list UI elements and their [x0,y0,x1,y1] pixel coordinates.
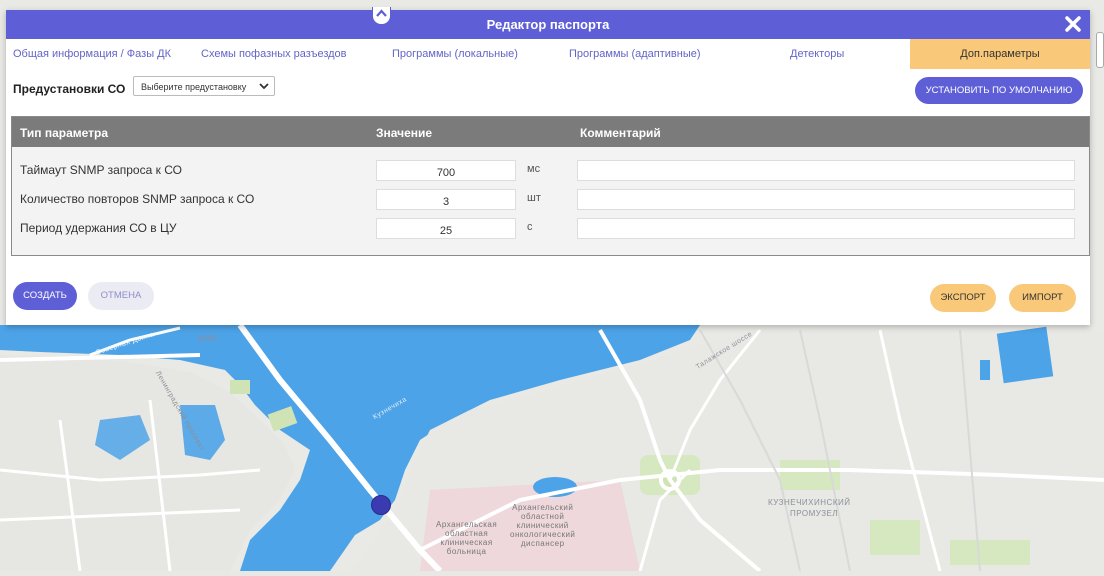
close-icon [1065,16,1081,32]
param-value-input[interactable]: 3 [376,189,516,210]
presets-label: Предустановки СО [13,82,126,96]
header-value: Значение [376,126,433,140]
param-unit: шт [527,192,541,204]
hospital-2-line-1: Архангельский [512,503,574,512]
hospital-2-line-4: онкологический [510,530,576,539]
param-comment-input[interactable] [577,218,1075,239]
tab-detectors[interactable]: Детекторы [790,39,844,69]
table-row: Количество повторов SNMP запроса к СО 3 … [12,189,1089,211]
preset-select[interactable]: Выберите предустановку [133,76,275,96]
tab-bar: Общая информация / Фазы ДК Схемы пофазны… [6,39,1090,69]
header-comment: Комментарий [580,126,661,140]
param-unit: с [527,221,533,233]
table-header: Тип параметра Значение Комментарий [12,117,1089,147]
table-row: Период удержания СО в ЦУ 25 с [12,218,1089,240]
tab-programs-local[interactable]: Программы (локальные) [392,39,518,69]
hospital-1-line-2: областная [445,529,489,538]
export-button[interactable]: ЭКСПОРТ [930,284,996,312]
modal-title: Редактор паспорта [486,17,610,32]
hospital-2-line-5: диспансер [520,539,565,548]
collapse-button[interactable] [372,7,391,25]
param-value-input[interactable]: 700 [376,160,516,181]
tab-programs-adaptive[interactable]: Программы (адаптивные) [569,39,701,69]
modal-titlebar: Редактор паспорта [6,10,1090,39]
param-name: Период удержания СО в ЦУ [20,221,177,235]
hospital-1-line-3: клиническая [440,538,493,547]
param-comment-input[interactable] [577,189,1075,210]
param-comment-input[interactable] [577,160,1075,181]
tab-phase-schemes[interactable]: Схемы пофазных разъездов [201,39,347,69]
param-value-input[interactable]: 25 [376,218,516,239]
presets-row: Предустановки СО Выберите предустановку … [6,69,1090,119]
create-button[interactable]: СОЗДАТЬ [13,282,77,310]
preset-select-value: Выберите предустановку [141,82,247,92]
chevron-down-icon [259,83,269,90]
side-scroll-handle[interactable] [1096,32,1104,68]
chevron-up-icon [376,9,387,17]
map-marker[interactable] [371,495,391,515]
table-row: Таймаут SNMP запроса к СО 700 мс [12,160,1089,182]
map-label-promuzel-2: ПРОМУЗЕЛ [790,509,839,518]
map-label-mzhk: МЖК [198,334,219,343]
param-name: Количество повторов SNMP запроса к СО [20,192,255,206]
tab-general-info[interactable]: Общая информация / Фазы ДК [13,39,171,69]
import-button[interactable]: ИМПОРТ [1009,284,1076,312]
params-table: Тип параметра Значение Комментарий Тайма… [11,116,1090,256]
cancel-button[interactable]: ОТМЕНА [88,282,154,310]
map-label-hospital-1: Архангельская областная клиническая боль… [436,520,497,556]
passport-editor-modal: Редактор паспорта Общая информация / Фаз… [6,7,1090,325]
map-label-hospital-2: Архангельский областной клинический онко… [510,503,575,548]
param-unit: мс [527,163,541,175]
hospital-1-line-4: больница [446,547,487,556]
param-name: Таймаут SNMP запроса к СО [20,163,182,177]
hospital-1-line-1: Архангельская [436,520,498,529]
hospital-2-line-3: клинический [516,521,569,530]
map-label-promuzel-1: КУЗНЕЧИХИНСКИЙ [768,498,851,507]
header-param-type: Тип параметра [20,126,109,140]
tab-additional-params[interactable]: Доп.параметры [910,39,1090,69]
close-button[interactable] [1063,14,1083,34]
set-default-button[interactable]: УСТАНОВИТЬ ПО УМОЛЧАНИЮ [915,77,1083,104]
hospital-2-line-2: областной [521,512,565,521]
